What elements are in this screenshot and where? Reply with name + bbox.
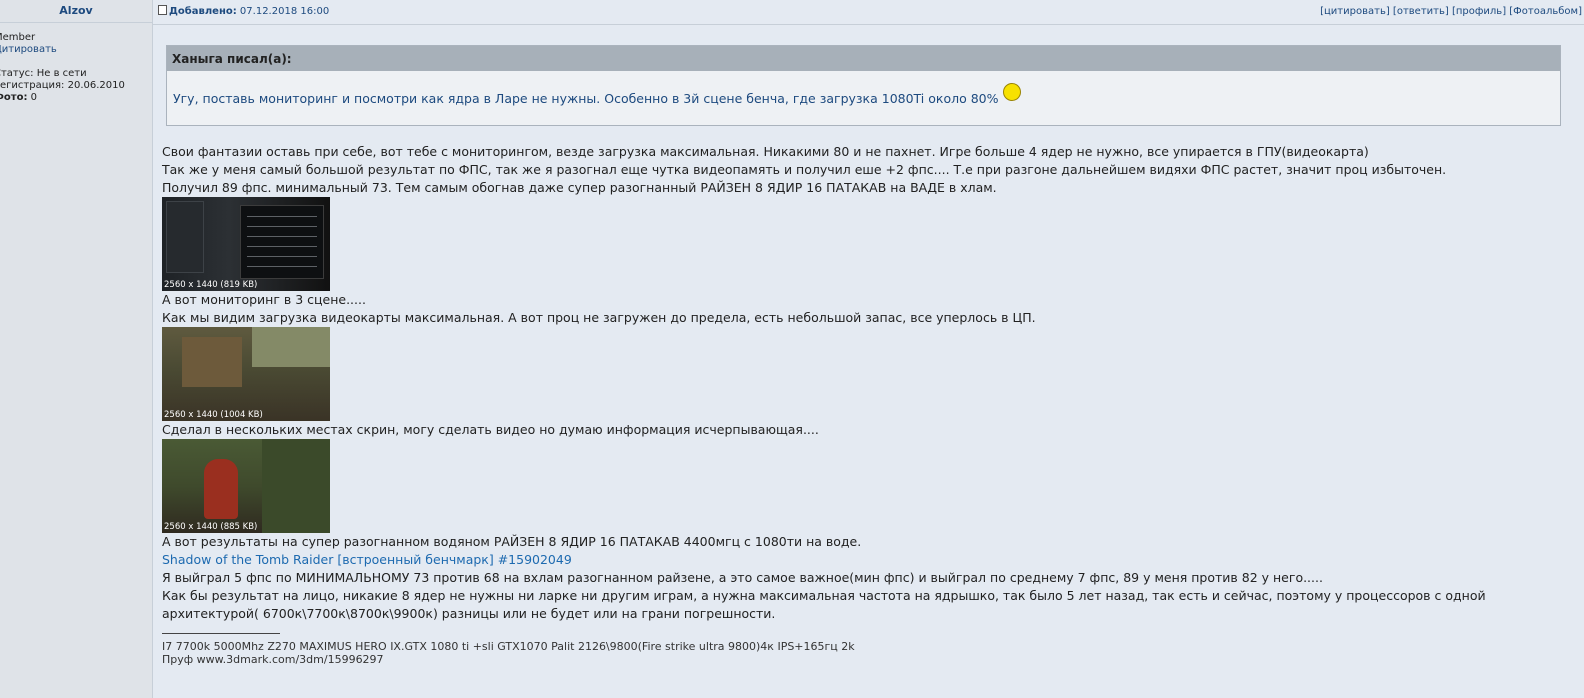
smiley-icon [1002, 83, 1021, 101]
post-header: Добавлено: 07.12.2018 16:00 [цитировать]… [153, 0, 1584, 25]
post-paragraph: Сделал в нескольких местах скрин, могу с… [162, 422, 819, 437]
post-page-icon[interactable] [158, 5, 167, 15]
cite-link[interactable]: Цитировать [0, 44, 57, 55]
author-sidebar: Alzov Member Цитировать Статус: Не в сет… [0, 0, 153, 698]
post-paragraph: А вот мониторинг в 3 сцене..... [162, 292, 366, 307]
quote-body: Угу, поставь мониторинг и посмотри как я… [173, 91, 999, 106]
author-info: Member Цитировать Статус: Не в сети Реги… [0, 32, 125, 104]
results-panel [240, 205, 324, 279]
scene-shape [252, 327, 330, 367]
thumbnail-caption: 2560 x 1440 (1004 KB) [164, 410, 263, 420]
profile-action-link[interactable]: [профиль] [1452, 6, 1506, 17]
photo-label: Фото: [0, 92, 28, 103]
post-paragraph: Так же у меня самый большой результат по… [162, 162, 1447, 177]
post-body: Свои фантазии оставь при себе, вот тебе … [162, 143, 1562, 623]
author-rank: Member [0, 32, 36, 43]
scene-figure [204, 459, 238, 519]
signature-line: I7 7700k 5000Mhz Z270 MAXIMUS HERO IX.GT… [162, 640, 855, 653]
registration-row: Регистрация: 20.06.2010 [0, 80, 125, 92]
status-label: Статус: [0, 68, 34, 79]
reply-action-link[interactable]: [ответить] [1393, 6, 1449, 17]
added-label: Добавлено: [169, 6, 237, 17]
quote-body-row: Угу, поставь мониторинг и посмотри как я… [167, 71, 1560, 106]
photo-row: Фото: 0 [0, 92, 125, 104]
status-row: Статус: Не в сети [0, 68, 125, 80]
quote-header: Ханыга писал(а): [167, 46, 1560, 71]
photo-value: 0 [30, 92, 38, 103]
thumbnail-caption: 2560 x 1440 (819 KB) [164, 280, 258, 290]
signature-line: Пруф www.3dmark.com/3dm/15996297 [162, 653, 384, 666]
post-paragraph: архитектурой( 6700к\7700к\8700к\9900к) р… [162, 606, 776, 621]
post-date: Добавлено: 07.12.2018 16:00 [158, 0, 329, 24]
post-actions: [цитировать] [ответить] [профиль] [Фотоа… [1320, 0, 1582, 24]
status-value: Не в сети [36, 68, 87, 79]
post-paragraph: Я выйграл 5 фпс по МИНИМАЛЬНОМУ 73 проти… [162, 570, 1323, 585]
author-name[interactable]: Alzov [0, 0, 152, 23]
quote-action-link[interactable]: [цитировать] [1320, 6, 1390, 17]
thumbnail-caption: 2560 x 1440 (885 KB) [164, 522, 258, 532]
benchmark-link[interactable]: Shadow of the Tomb Raider [встроенный бе… [162, 552, 572, 567]
post-paragraph: Как бы результат на лицо, никакие 8 ядер… [162, 588, 1486, 603]
signature-divider [162, 633, 280, 634]
post-paragraph: Как мы видим загрузка видеокарты максима… [162, 310, 1036, 325]
scene-shape [182, 337, 242, 387]
screenshot-thumbnail-1[interactable]: 2560 x 1440 (819 KB) [162, 197, 330, 291]
post-paragraph: Получил 89 фпс. минимальный 73. Тем самы… [162, 180, 997, 195]
registration-value: 20.06.2010 [67, 80, 125, 91]
scene-shape [262, 439, 330, 533]
screenshot-thumbnail-2[interactable]: 2560 x 1440 (1004 KB) [162, 327, 330, 421]
added-date: 07.12.2018 16:00 [239, 6, 330, 17]
registration-label: Регистрация: [0, 80, 65, 91]
photoalbum-action-link[interactable]: [Фотоальбом] [1509, 6, 1582, 17]
screenshot-thumbnail-3[interactable]: 2560 x 1440 (885 KB) [162, 439, 330, 533]
quote-block: Ханыга писал(а): Угу, поставь мониторинг… [166, 45, 1561, 126]
signature: I7 7700k 5000Mhz Z270 MAXIMUS HERO IX.GT… [162, 633, 855, 666]
post-paragraph: Свои фантазии оставь при себе, вот тебе … [162, 144, 1369, 159]
osd-panel [166, 201, 204, 273]
post-paragraph: А вот результаты на супер разогнанном во… [162, 534, 862, 549]
